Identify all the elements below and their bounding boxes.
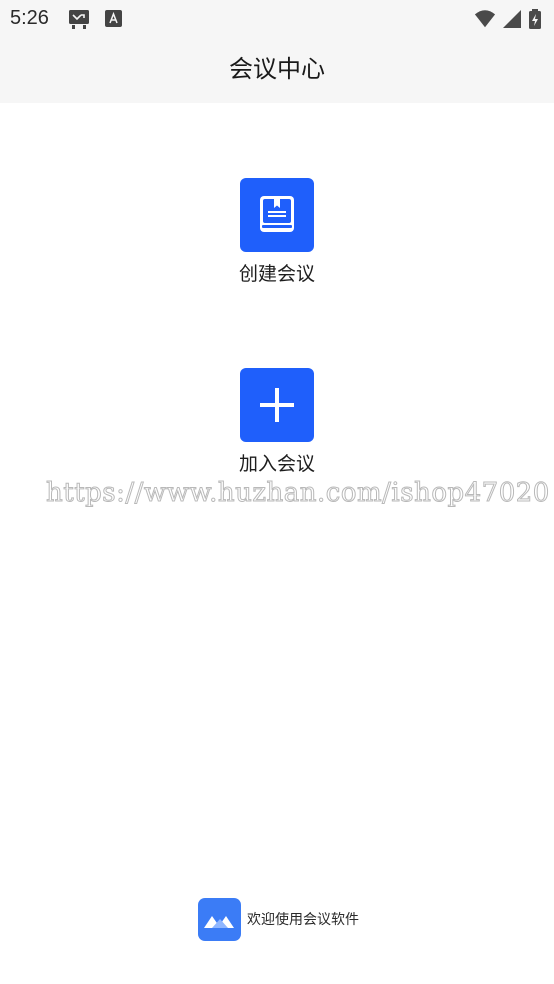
book-icon bbox=[260, 196, 294, 232]
cellular-signal-icon bbox=[503, 10, 521, 28]
create-meeting-label: 创建会议 bbox=[238, 263, 315, 285]
top-bar: 5:26 会议中心 bbox=[0, 0, 554, 103]
join-meeting-tile[interactable] bbox=[240, 368, 314, 442]
keyboard-a-icon bbox=[105, 10, 122, 27]
page-title: 会议中心 bbox=[229, 55, 325, 83]
join-meeting-label: 加入会议 bbox=[238, 453, 315, 475]
wifi-icon bbox=[474, 10, 496, 28]
status-time: 5:26 bbox=[10, 7, 49, 29]
meeting-app-logo-icon bbox=[198, 898, 241, 941]
battery-charging-icon bbox=[529, 9, 541, 29]
plus-icon bbox=[260, 388, 294, 422]
title-bar: 会议中心 bbox=[0, 38, 554, 103]
footer: 欢迎使用会议软件 bbox=[198, 898, 398, 942]
create-meeting-button[interactable]: 创建会议 bbox=[227, 178, 327, 286]
create-meeting-tile[interactable] bbox=[240, 178, 314, 252]
join-meeting-button[interactable]: 加入会议 bbox=[227, 368, 327, 476]
missed-call-icon bbox=[69, 10, 89, 29]
status-bar: 5:26 bbox=[0, 0, 554, 38]
footer-welcome-text: 欢迎使用会议软件 bbox=[247, 912, 359, 928]
watermark-text: https://www.huzhan.com/ishop47020 bbox=[46, 478, 550, 509]
